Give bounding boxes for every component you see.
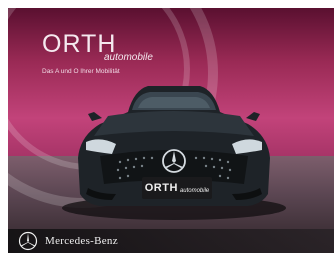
plate-sub: automobile (179, 187, 210, 194)
license-plate: ORTH automobile (142, 177, 212, 199)
car-front-illustration (62, 86, 286, 220)
brand-label: Mercedes-Benz (45, 235, 118, 247)
mercedes-star-icon (18, 231, 38, 251)
plate-brand: ORTH (144, 182, 178, 194)
vehicle-photo: ORTH automobile Das A und O Ihrer Mobili… (8, 8, 334, 253)
brand-footer: Mercedes-Benz (8, 229, 334, 253)
